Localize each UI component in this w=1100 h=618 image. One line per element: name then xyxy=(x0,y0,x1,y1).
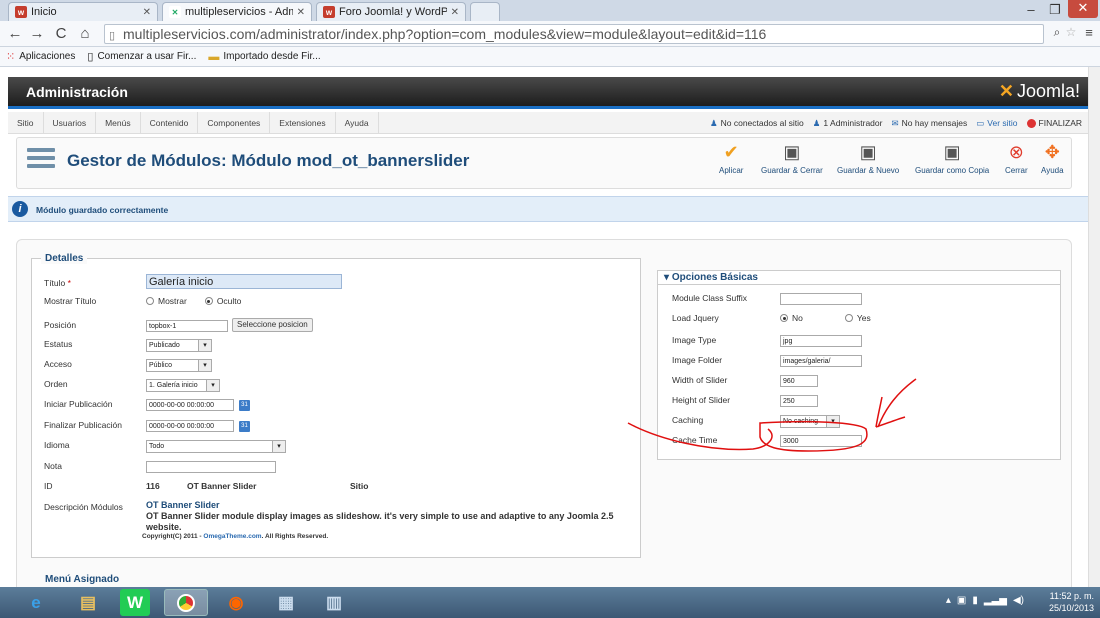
bookmarks-bar: ⁙ Aplicaciones ▯ Comenzar a usar Fir... ▬ I… xyxy=(0,47,1100,67)
clock-time: 11:52 p. m. xyxy=(1049,591,1094,601)
bookmark-firefox[interactable]: ▯ Comenzar a usar Fir... xyxy=(87,50,196,63)
back-icon[interactable]: ← xyxy=(6,25,24,42)
new-tab-button[interactable] xyxy=(470,2,500,21)
volume-icon[interactable]: ◀) xyxy=(1013,595,1024,606)
clock-date: 25/10/2013 xyxy=(1048,603,1094,613)
tab-inicio[interactable]: w Inicio ✕ xyxy=(8,2,158,21)
bookmark-imported[interactable]: ▬ Importado desde Fir... xyxy=(208,51,320,63)
annotation-circle xyxy=(759,420,868,452)
url-text: multipleservicios.com/administrator/inde… xyxy=(123,26,767,42)
annotation-underline xyxy=(627,422,773,451)
page-icon: ▯ xyxy=(87,51,94,63)
page-scrollbar[interactable] xyxy=(1088,67,1100,587)
browser-tab-bar: w Inicio ✕ ✕ multipleservicios - Admin ✕… xyxy=(0,0,1100,21)
close-icon[interactable]: ✕ xyxy=(143,7,151,18)
firefox-icon[interactable]: ◉ xyxy=(214,589,258,616)
signal-icon[interactable]: ▂▃▅ xyxy=(984,595,1007,606)
annotation-arrow xyxy=(875,378,917,428)
menu-icon[interactable]: ≡ xyxy=(1080,25,1098,40)
calculator-icon[interactable]: ▥ xyxy=(312,589,356,616)
close-icon[interactable]: ✕ xyxy=(451,7,459,18)
admin-page: Administración ✕ Joomla! Sitio Usuarios M… xyxy=(8,67,1088,587)
tray-arrow-icon[interactable]: ▴ xyxy=(946,595,951,606)
winamp-icon[interactable]: W xyxy=(120,589,150,616)
remote-desktop-icon[interactable]: ▦ xyxy=(264,589,308,616)
tab-foro[interactable]: w Foro Joomla! y WordPress ✕ xyxy=(316,2,466,21)
system-tray: ▴ ▣ ▮ ▂▃▅ ◀) xyxy=(946,595,1024,606)
forward-icon[interactable]: → xyxy=(28,25,46,42)
tab-title: Inicio xyxy=(31,6,57,18)
file-explorer-icon[interactable]: ▤ xyxy=(66,589,110,616)
close-icon[interactable]: ✕ xyxy=(297,7,305,18)
clock[interactable]: 11:52 p. m. 25/10/2013 xyxy=(1049,590,1094,614)
tab-admin[interactable]: ✕ multipleservicios - Admin ✕ xyxy=(162,2,312,21)
apps-grid-icon: ⁙ xyxy=(6,51,16,63)
home-icon[interactable]: ⌂ xyxy=(76,25,94,42)
page-icon: ▯ xyxy=(109,30,116,42)
joomla-favicon-icon: ✕ xyxy=(169,6,181,18)
chrome-icon[interactable] xyxy=(164,589,208,616)
tray-app-icon[interactable]: ▣ xyxy=(957,595,966,606)
reload-icon[interactable]: C xyxy=(52,25,70,42)
site-favicon-icon: w xyxy=(15,6,27,18)
tab-title: Foro Joomla! y WordPress xyxy=(339,6,447,18)
url-input[interactable]: ▯ multipleservicios.com/administrator/in… xyxy=(104,24,1044,44)
battery-icon[interactable]: ▮ xyxy=(972,595,978,606)
site-favicon-icon: w xyxy=(323,6,335,18)
folder-icon: ▬ xyxy=(208,50,220,63)
windows-taskbar: e ▤ W ◉ ▦ ▥ ▴ ▣ ▮ ▂▃▅ ◀) 11:52 p. m. 25/… xyxy=(0,587,1100,618)
window-close-icon[interactable]: ✕ xyxy=(1068,0,1098,18)
star-icon[interactable]: ☆ xyxy=(1062,25,1080,39)
annotation-marks xyxy=(627,378,917,452)
minimize-icon[interactable]: – xyxy=(1020,2,1042,17)
address-bar-row: ← → C ⌂ ▯ multipleservicios.com/administ… xyxy=(0,21,1100,47)
ie-icon[interactable]: e xyxy=(14,589,58,616)
maximize-icon[interactable]: ❐ xyxy=(1044,2,1066,18)
tab-title: multipleservicios - Admin xyxy=(185,6,293,18)
bookmark-apps[interactable]: ⁙ Aplicaciones xyxy=(6,50,75,63)
